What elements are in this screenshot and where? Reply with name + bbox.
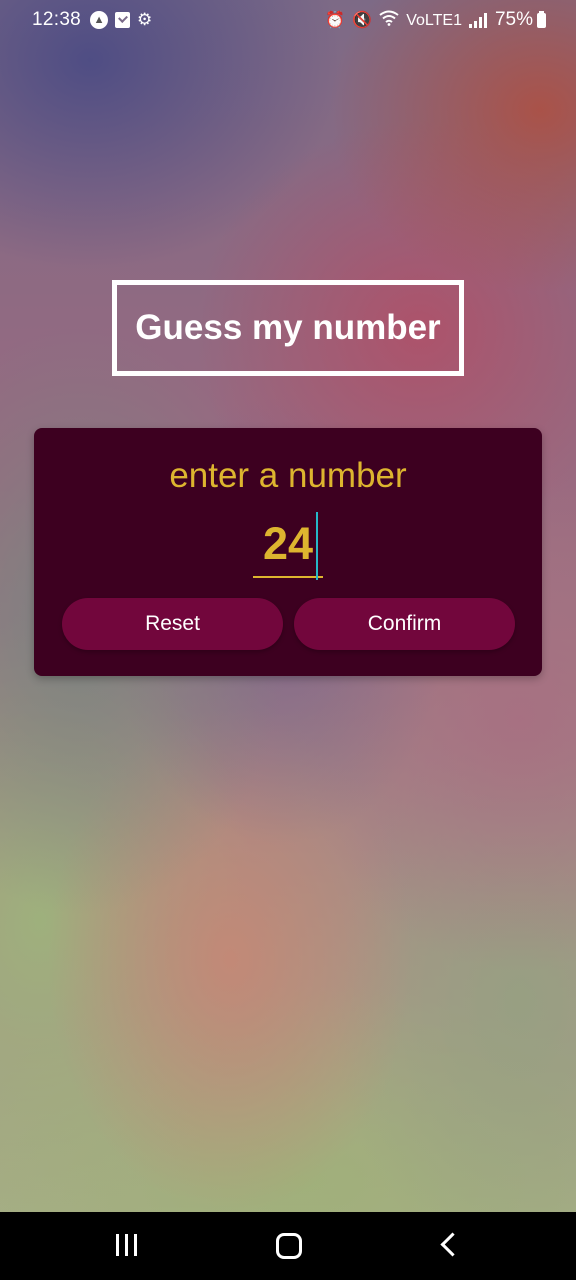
- battery-percent: 75%: [494, 9, 533, 30]
- status-bar: 12:38 ▲ ⚙ ⏰ 🔇 VoLTE1 75%: [0, 0, 576, 42]
- recent-apps-icon[interactable]: [116, 1234, 137, 1256]
- title-box: Guess my number: [112, 280, 464, 376]
- app-screen: 12:38 ▲ ⚙ ⏰ 🔇 VoLTE1 75% Guess my number…: [0, 0, 576, 1212]
- prompt-label: enter a number: [169, 456, 407, 495]
- wifi-icon: [379, 10, 399, 31]
- reset-button[interactable]: Reset: [62, 598, 283, 650]
- battery-icon: [537, 10, 546, 28]
- input-card: enter a number 24 Reset Confirm: [34, 428, 542, 676]
- status-left: 12:38 ▲ ⚙: [32, 9, 159, 31]
- alarm-icon: ⏰: [325, 12, 346, 29]
- back-icon[interactable]: [440, 1232, 465, 1257]
- number-input-value: 24: [262, 518, 314, 569]
- page-title: Guess my number: [135, 308, 441, 347]
- navigation-bar: [0, 1212, 576, 1280]
- status-right: ⏰ 🔇 VoLTE1 75%: [325, 9, 546, 31]
- mute-icon: 🔇: [352, 12, 373, 29]
- confirm-button[interactable]: Confirm: [294, 598, 515, 650]
- checkbox-icon: [115, 12, 131, 28]
- home-icon[interactable]: [276, 1233, 302, 1259]
- signal-icon: [468, 12, 489, 28]
- text-caret: [316, 512, 318, 580]
- volte-icon: VoLTE1: [406, 11, 462, 29]
- gear-icon: ⚙: [137, 10, 153, 29]
- number-input[interactable]: 24: [253, 512, 323, 578]
- clock: 12:38: [32, 9, 82, 30]
- a-circle-icon: ▲: [90, 11, 109, 29]
